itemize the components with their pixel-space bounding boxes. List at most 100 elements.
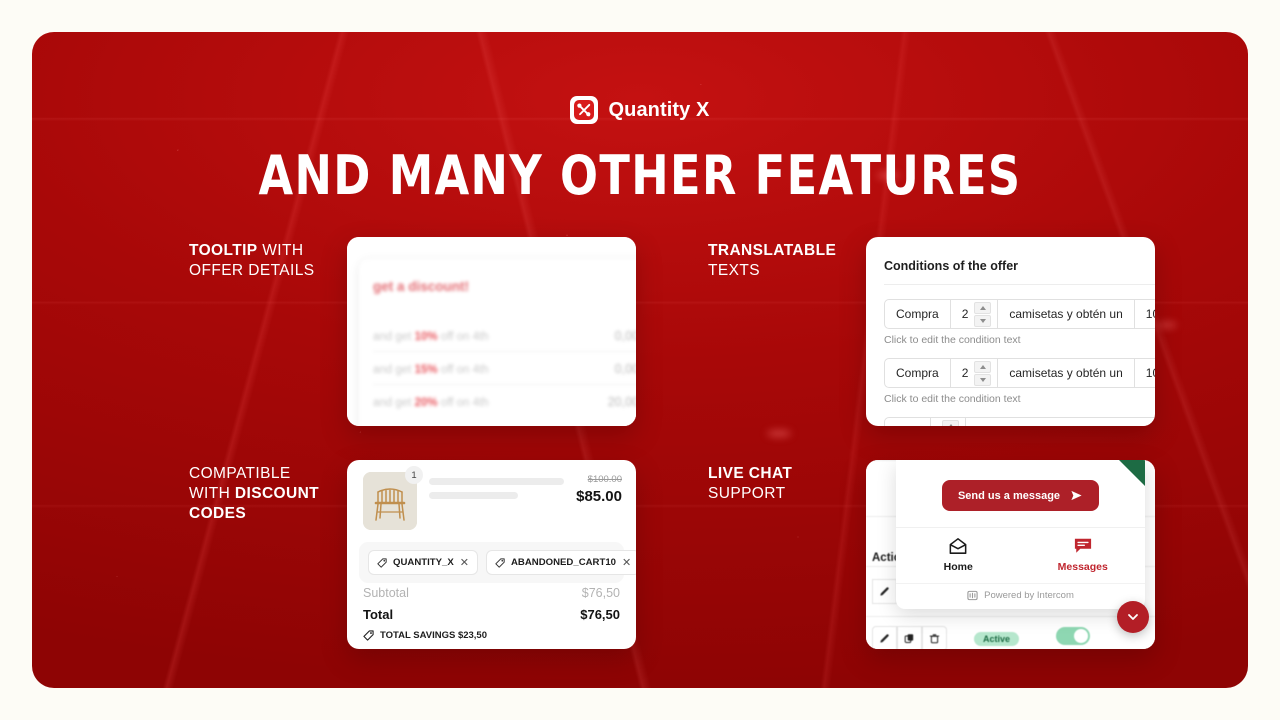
discount-code-chip[interactable]: QUANTITY_X ✕	[368, 550, 478, 575]
total-row: Total $76,50	[363, 607, 620, 622]
nav-item-messages[interactable]: Messages	[1021, 528, 1146, 583]
condition-middle-input[interactable]: camisetas y obtén un	[998, 359, 1135, 387]
close-icon[interactable]: ✕	[622, 556, 631, 569]
chevron-up-icon[interactable]	[974, 360, 992, 373]
discount-code-label: QUANTITY_X	[393, 557, 454, 568]
active-toggle[interactable]	[1056, 627, 1090, 645]
nav-item-home-label: Home	[943, 561, 973, 573]
feature-label-translate-rest: TEXTS	[708, 262, 760, 279]
tag-icon	[495, 557, 505, 568]
offer-row-text: and get	[373, 364, 415, 376]
tooltip-blurred-offer-panel: get a discount! and get 10% off on 4th 0…	[359, 259, 636, 426]
offer-row: and get 20% off on 4th 20,00	[373, 395, 636, 417]
offer-row-amount: 0,00	[614, 329, 636, 343]
chevron-up-icon[interactable]	[974, 301, 992, 314]
condition-prefix-input[interactable]: Compra	[885, 300, 951, 328]
condition-hint: Click to edit the condition text	[884, 393, 1021, 405]
chevron-up-icon[interactable]	[942, 419, 960, 426]
trash-icon[interactable]	[922, 626, 947, 649]
stepper-buttons[interactable]	[974, 301, 992, 327]
condition-middle-placeholder	[966, 418, 991, 426]
tooltip-feature-card: get a discount! and get 10% off on 4th 0…	[347, 237, 636, 426]
subtotal-label: Subtotal	[363, 586, 409, 600]
light-flare	[1157, 322, 1177, 328]
condition-hint: Click to edit the condition text	[884, 334, 1021, 346]
product-title-placeholder	[429, 472, 565, 530]
subtotal-row: Subtotal $76,50	[363, 586, 620, 600]
close-icon[interactable]: ✕	[460, 556, 469, 569]
offer-row-amount: 0,00	[614, 362, 636, 376]
placeholder-bar	[429, 492, 519, 499]
table-row: Active	[866, 616, 1155, 649]
row-action-icons[interactable]	[872, 579, 897, 604]
total-label: Total	[363, 607, 394, 622]
chevron-down-icon	[1128, 614, 1138, 620]
discount-code-label: ABANDONED_CART10	[511, 557, 617, 568]
condition-group: Compra 2 camisetas y obtén un 10 Click t…	[884, 299, 1155, 346]
divider	[884, 284, 1155, 285]
status-badge-label: Active	[974, 632, 1020, 646]
row-action-icons[interactable]	[872, 626, 947, 649]
condition-group-partial	[884, 417, 1155, 426]
duplicate-icon[interactable]	[897, 626, 922, 649]
condition-middle-input[interactable]: camisetas y obtén un	[998, 300, 1135, 328]
cart-summary: Subtotal $76,50 Total $76,50 TOTAL SAVIN…	[363, 586, 620, 641]
chat-collapse-button[interactable]	[1117, 601, 1149, 633]
nav-item-home[interactable]: Home	[896, 528, 1021, 583]
feature-label-translate-bold: TRANSLATABLE	[708, 242, 837, 259]
offer-row-tail: off on 4th	[437, 364, 489, 376]
intercom-icon	[967, 590, 978, 601]
quantity-badge: 1	[405, 466, 423, 484]
intercom-chat-panel: Send us a message Home Messages Powered …	[896, 460, 1145, 609]
quantity-value: 2	[961, 366, 969, 380]
brand-name: Quantity X	[608, 98, 710, 121]
condition-row[interactable]: Compra 2 camisetas y obtén un 10	[884, 299, 1155, 329]
pencil-icon[interactable]	[872, 626, 897, 649]
pencil-icon[interactable]	[872, 579, 897, 604]
stepper-buttons[interactable]	[974, 360, 992, 386]
stepper-buttons[interactable]	[942, 419, 960, 426]
discount-codes-feature-card: 1 $100.00 $85.00 QUANTITY_X ✕ ABANDONED_…	[347, 460, 636, 649]
condition-row[interactable]	[884, 417, 1155, 426]
chevron-down-icon[interactable]	[974, 373, 992, 386]
offer-row-tail: off on 4th	[437, 331, 489, 343]
offer-row-tail: off on 4th	[437, 397, 489, 409]
feature-label-translate: TRANSLATABLE TEXTS	[708, 241, 868, 281]
status-badge: Active	[974, 629, 1020, 647]
tag-icon	[377, 557, 387, 568]
offer-row-text: and get	[373, 331, 415, 343]
subtotal-value: $76,50	[581, 586, 620, 600]
send-button-label: Send us a message	[957, 489, 1061, 502]
condition-value-input[interactable]: 10	[1135, 300, 1155, 328]
chat-bottom-nav: Home Messages	[896, 527, 1145, 583]
quantity-stepper[interactable]	[931, 418, 967, 426]
condition-row[interactable]: Compra 2 camisetas y obtén un 10	[884, 358, 1155, 388]
send-message-row: Send us a message	[896, 460, 1145, 527]
cart-line-item: 1 $100.00 $85.00	[363, 466, 622, 530]
quantity-stepper[interactable]: 2	[951, 359, 999, 387]
total-savings-label: TOTAL SAVINGS $23,50	[380, 630, 488, 641]
discount-codes-bar: QUANTITY_X ✕ ABANDONED_CART10 ✕	[359, 542, 636, 583]
quantity-value: 2	[961, 307, 969, 321]
send-us-a-message-button[interactable]: Send us a message	[941, 480, 1100, 511]
feature-label-chat-bold: LIVE CHAT	[708, 465, 793, 482]
condition-value-input[interactable]: 10	[1135, 359, 1155, 387]
quantity-stepper[interactable]: 2	[951, 300, 999, 328]
original-price: $100.00	[587, 474, 622, 485]
chevron-down-icon[interactable]	[974, 314, 992, 327]
powered-by-row: Powered by Intercom	[896, 583, 1145, 609]
feature-label-chat: LIVE CHAT SUPPORT	[708, 464, 868, 504]
conditions-title: Conditions of the offer	[884, 259, 1019, 273]
messages-icon	[1074, 538, 1091, 553]
nav-item-messages-label: Messages	[1057, 561, 1108, 573]
total-value: $76,50	[580, 607, 620, 622]
powered-by-label: Powered by Intercom	[984, 590, 1074, 601]
condition-prefix-input[interactable]: Compra	[885, 359, 951, 387]
feature-label-tooltip: TOOLTIP WITH OFFER DETAILS	[189, 241, 339, 281]
percent-scissors-logo-icon	[570, 96, 599, 124]
offer-row: and get 15% off on 4th 0,00	[373, 362, 636, 385]
home-icon	[949, 538, 967, 554]
translatable-feature-card: Conditions of the offer Compra 2 camiset…	[866, 237, 1155, 426]
discount-code-chip[interactable]: ABANDONED_CART10 ✕	[486, 550, 636, 575]
light-flare	[767, 430, 791, 437]
